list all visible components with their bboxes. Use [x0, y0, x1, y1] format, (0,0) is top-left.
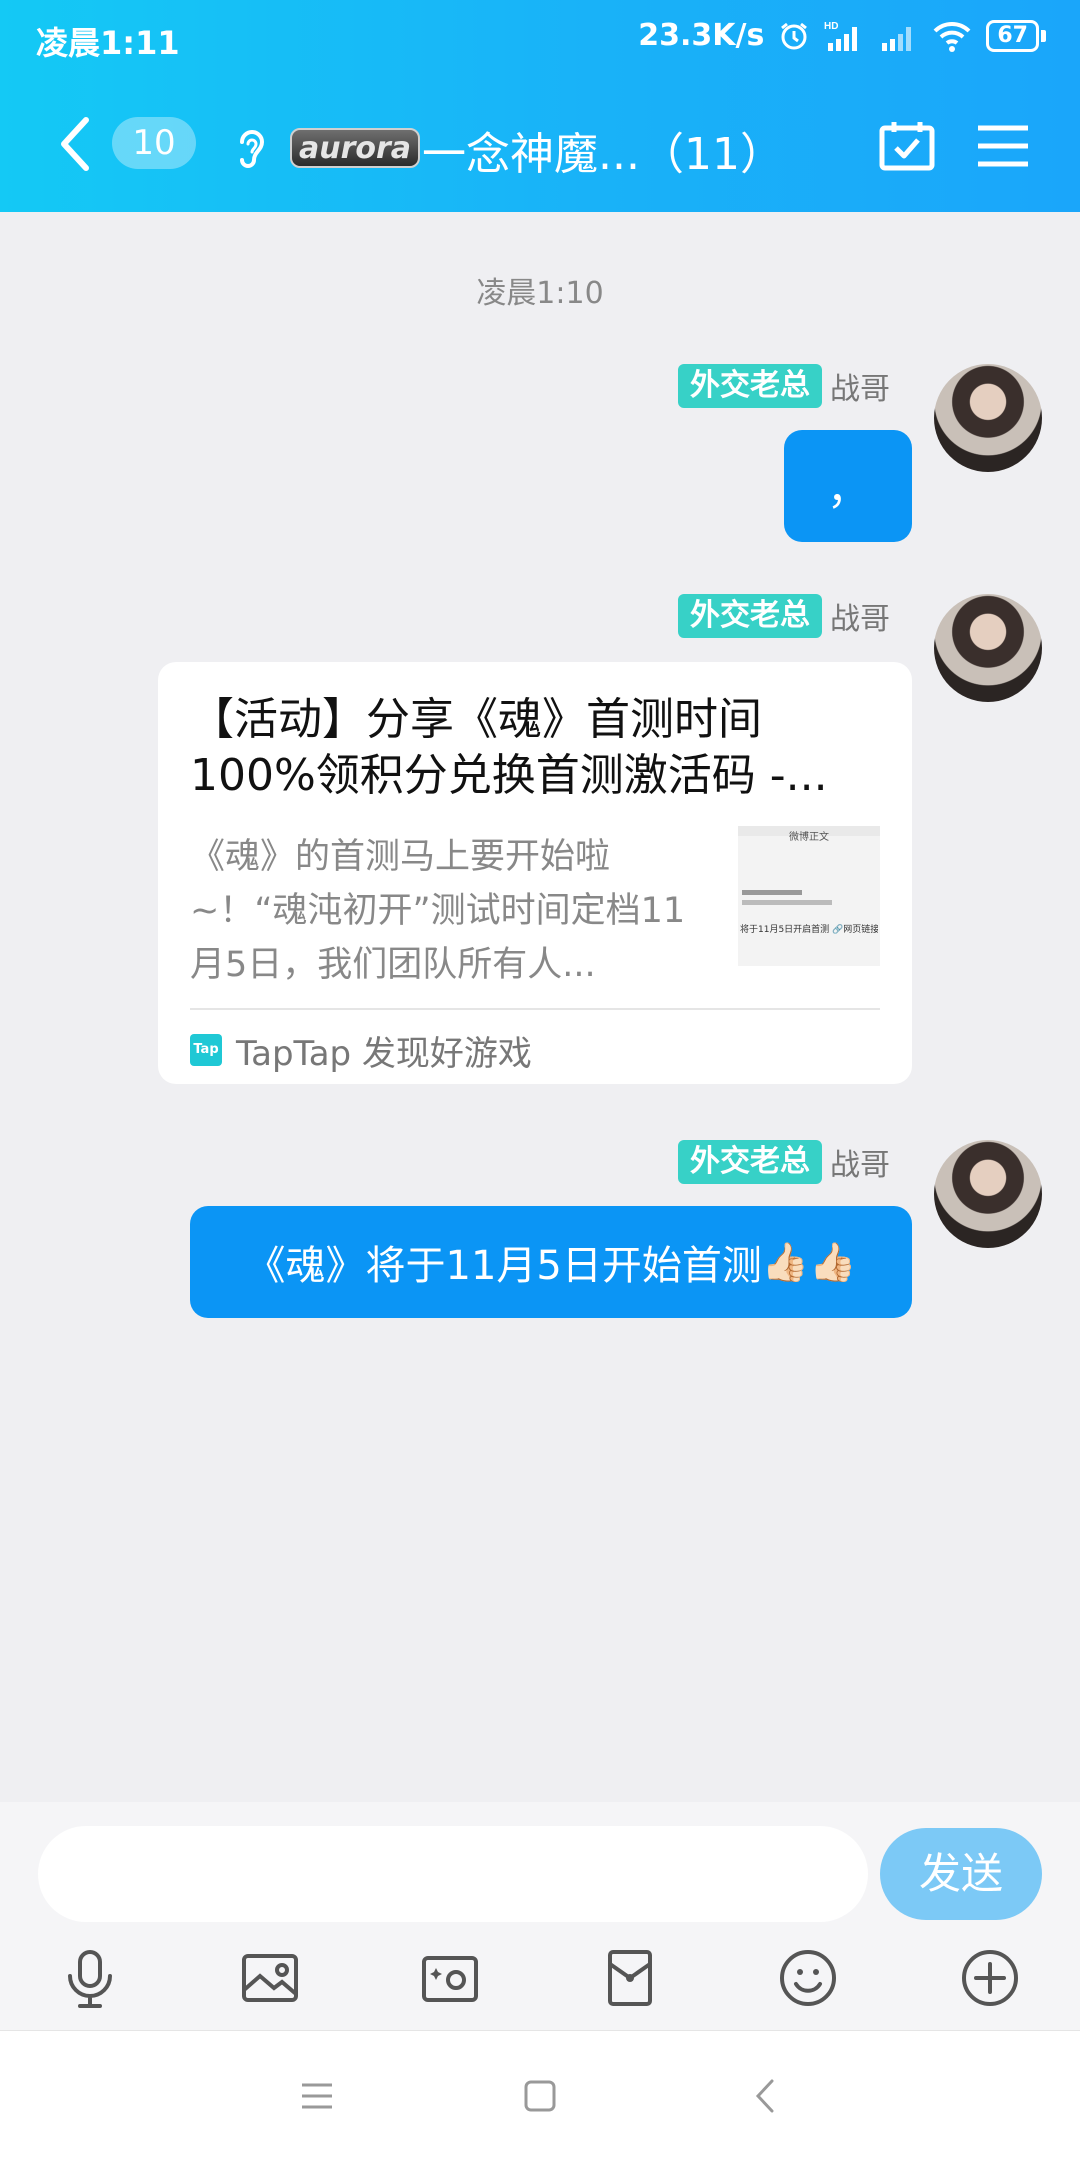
battery-level: 67: [986, 19, 1039, 52]
sender-row: 外交老总 战哥: [678, 1140, 890, 1184]
alarm-icon: [781, 22, 808, 49]
share-card[interactable]: 【活动】分享《魂》首测时间100%领积分兑换首测激活码 -... 《魂》的首测马…: [158, 662, 912, 1084]
wifi-icon: [933, 21, 971, 52]
hd-signal-icon: HD: [824, 21, 858, 51]
thumbs-up-emoji: 👍🏻👍🏻: [761, 1239, 857, 1284]
sender-row: 外交老总 战哥: [678, 364, 890, 408]
sender-name[interactable]: 战哥: [830, 594, 890, 638]
sender-name[interactable]: 战哥: [830, 1140, 890, 1184]
microphone-icon[interactable]: [58, 1946, 122, 2010]
taptap-icon: Tap: [190, 1034, 222, 1066]
card-source: Tap TapTap 发现好游戏: [190, 1022, 532, 1078]
title-tag: 外交老总: [678, 594, 822, 638]
card-title: 【活动】分享《魂》首测时间100%领积分兑换首测激活码 -...: [190, 694, 828, 801]
thumbnail-header: 微博正文: [789, 832, 829, 843]
back-icon[interactable]: [742, 2071, 792, 2121]
camera-icon[interactable]: [418, 1946, 482, 2010]
card-divider: [190, 1008, 880, 1010]
recent-apps-icon[interactable]: [292, 2071, 342, 2121]
unread-count-badge[interactable]: 10: [112, 117, 196, 169]
card-description: 《魂》的首测马上要开始啦~！“魂沌初开”测试时间定档11月5日，我们团队所有人.…: [190, 837, 686, 985]
title-tag: 外交老总: [678, 1140, 822, 1184]
message-bubble[interactable]: ，: [784, 430, 912, 542]
status-icons: 23.3K/s HD 67: [638, 18, 1046, 53]
avatar[interactable]: [934, 594, 1042, 702]
image-icon[interactable]: [238, 1946, 302, 2010]
battery-icon: 67: [986, 19, 1046, 52]
svg-text:HD: HD: [824, 21, 838, 32]
calendar-icon[interactable]: [878, 118, 936, 172]
message-text: 《魂》将于11月5日开始首测: [245, 1243, 762, 1289]
time-divider: 凌晨1:10: [476, 276, 604, 311]
plus-icon[interactable]: [958, 1946, 1022, 2010]
card-thumbnail: 微博正文 将于11月5日开启首测 🔗网页链接: [738, 826, 880, 966]
thumbnail-text: 将于11月5日开启首测 🔗网页链接: [740, 925, 878, 935]
message-input[interactable]: [38, 1826, 868, 1922]
status-time: 凌晨1:11: [36, 24, 180, 62]
card-source-label: TapTap 发现好游戏: [236, 1033, 532, 1074]
emoji-icon[interactable]: [776, 1946, 840, 2010]
home-icon[interactable]: [515, 2071, 565, 2121]
ear-icon[interactable]: [232, 124, 268, 176]
input-area: 发送: [0, 1802, 1080, 2030]
avatar[interactable]: [934, 1140, 1042, 1248]
menu-icon[interactable]: [976, 122, 1030, 170]
back-arrow-icon[interactable]: [52, 112, 100, 176]
sender-name[interactable]: 战哥: [830, 364, 890, 408]
send-button[interactable]: 发送: [880, 1828, 1042, 1920]
title-tag: 外交老总: [678, 364, 822, 408]
avatar[interactable]: [934, 364, 1042, 472]
system-nav-bar: [0, 2030, 1080, 2161]
red-packet-icon[interactable]: [598, 1946, 662, 2010]
sender-row: 外交老总 战哥: [678, 594, 890, 638]
message-bubble[interactable]: 《魂》将于11月5日开始首测 👍🏻👍🏻: [190, 1206, 912, 1318]
chat-title[interactable]: 一念神魔...（11）: [422, 118, 784, 182]
group-logo: aurora: [290, 128, 420, 168]
signal-icon: [882, 26, 912, 51]
network-speed: 23.3K/s: [638, 18, 765, 53]
top-bar: 凌晨1:11 23.3K/s HD 67 10 aurora 一念神魔...（1…: [0, 0, 1080, 212]
